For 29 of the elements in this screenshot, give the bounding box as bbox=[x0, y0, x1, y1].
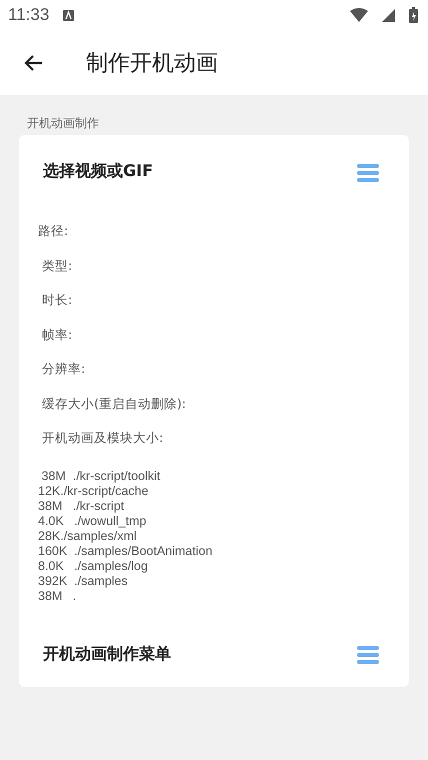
status-time: 11:33 bbox=[8, 5, 50, 25]
size-line: 38M ./kr-script bbox=[38, 498, 126, 514]
info-label: 路径: bbox=[38, 222, 70, 240]
info-label: 缓存大小(重启自动删除): bbox=[40, 394, 187, 412]
info-label: 开机动画及模块大小: bbox=[40, 429, 164, 446]
card-title: 选择视频或GIF bbox=[43, 161, 154, 182]
size-line: 4.0K ./wowull_tmp bbox=[38, 514, 148, 528]
section-label: 开机动画制作 bbox=[26, 115, 100, 132]
menu-icon bbox=[357, 644, 379, 664]
wifi-icon bbox=[350, 8, 368, 22]
size-line: 38M . bbox=[38, 588, 78, 604]
info-label: 分辨率: bbox=[40, 360, 86, 378]
menu-icon bbox=[357, 162, 379, 182]
size-line: 12K./kr-script/cache bbox=[38, 484, 150, 498]
info-label: 帧率: bbox=[40, 326, 74, 343]
page-title: 制作开机动画 bbox=[86, 50, 218, 78]
size-line: 160K ./samples/BootAnimation bbox=[38, 544, 214, 558]
size-line: 38M ./kr-script/toolkit bbox=[40, 468, 162, 484]
notification-icon bbox=[63, 10, 74, 20]
size-line: 28K./samples/xml bbox=[38, 528, 138, 544]
battery-icon bbox=[409, 7, 418, 23]
info-label: 类型: bbox=[40, 256, 74, 274]
info-label: 时长: bbox=[40, 291, 74, 308]
signal-icon bbox=[382, 8, 395, 22]
menu-button[interactable] bbox=[357, 644, 379, 664]
size-line: 392K ./samples bbox=[38, 574, 129, 588]
card-title: 开机动画制作菜单 bbox=[43, 644, 171, 664]
menu-button[interactable] bbox=[357, 162, 379, 182]
size-line: 8.0K ./samples/log bbox=[38, 558, 149, 574]
